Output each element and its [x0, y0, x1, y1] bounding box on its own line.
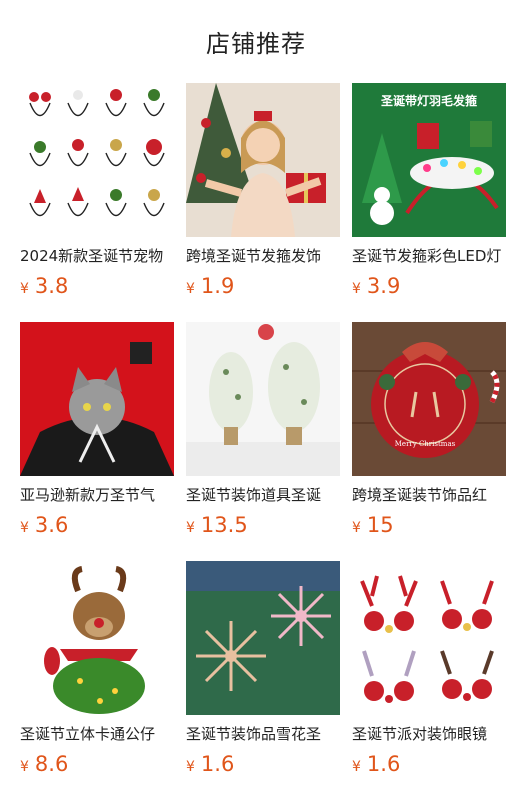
page-title: 店铺推荐 [206, 30, 306, 58]
product-price: ¥1.6 [352, 752, 401, 776]
product-card[interactable]: 跨境圣诞节发箍发饰 ¥1.9 [186, 83, 340, 302]
product-name[interactable]: 亚马逊新款万圣节气 [20, 484, 174, 506]
product-price: ¥13.5 [186, 513, 248, 537]
product-price: ¥3.8 [20, 274, 69, 298]
product-card[interactable]: 圣诞节装饰品雪花圣 ¥1.6 [186, 561, 340, 780]
product-image[interactable] [20, 561, 174, 715]
product-image[interactable] [186, 322, 340, 476]
product-card[interactable]: 圣诞节派对装饰眼镜 ¥1.6 [352, 561, 506, 780]
product-name[interactable]: 圣诞节装饰品雪花圣 [186, 723, 340, 745]
product-card[interactable]: 2024新款圣诞节宠物 ¥3.8 [20, 83, 174, 302]
product-name[interactable]: 跨境圣诞节发箍发饰 [186, 245, 340, 267]
product-price: ¥15 [352, 513, 394, 537]
image-caption: 圣诞带灯羽毛发箍 [380, 93, 477, 108]
product-image[interactable]: 圣诞带灯羽毛发箍 [352, 83, 506, 237]
product-price: ¥3.6 [20, 513, 69, 537]
product-image[interactable]: Merry Christmas [352, 322, 506, 476]
product-name[interactable]: 圣诞节立体卡通公仔 [20, 723, 174, 745]
product-name[interactable]: 跨境圣诞装节饰品红 [352, 484, 506, 506]
product-price: ¥1.6 [186, 752, 235, 776]
product-price: ¥3.9 [352, 274, 401, 298]
product-name[interactable]: 圣诞节派对装饰眼镜 [352, 723, 506, 745]
product-image[interactable] [186, 83, 340, 237]
product-name[interactable]: 2024新款圣诞节宠物 [20, 245, 174, 267]
product-price: ¥8.6 [20, 752, 69, 776]
product-image[interactable] [186, 561, 340, 715]
product-image[interactable] [352, 561, 506, 715]
product-price: ¥1.9 [186, 274, 235, 298]
product-card[interactable]: 圣诞节立体卡通公仔 ¥8.6 [20, 561, 174, 780]
product-card[interactable]: Merry Christmas 跨境圣诞装节饰品红 ¥15 [352, 322, 506, 541]
product-card[interactable]: 圣诞带灯羽毛发箍 圣诞节发箍彩色LED灯 ¥3.9 [352, 83, 506, 302]
product-card[interactable]: 亚马逊新款万圣节气 ¥3.6 [20, 322, 174, 541]
image-caption: Merry Christmas [395, 440, 456, 448]
product-name[interactable]: 圣诞节装饰道具圣诞 [186, 484, 340, 506]
product-image[interactable] [20, 83, 174, 237]
product-image[interactable] [20, 322, 174, 476]
product-card[interactable]: 圣诞节装饰道具圣诞 ¥13.5 [186, 322, 340, 541]
product-name[interactable]: 圣诞节发箍彩色LED灯 [352, 245, 506, 267]
